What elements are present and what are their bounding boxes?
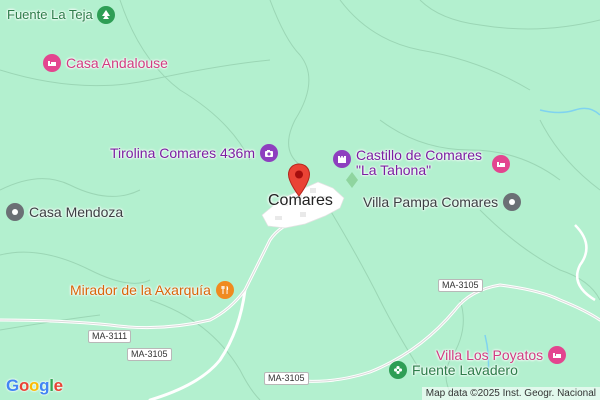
poi-casa-mendoza[interactable]: Casa Mendoza — [6, 203, 123, 221]
map-canvas[interactable]: Fuente La Teja Casa Andalouse Tirolina C… — [0, 0, 600, 400]
bed-icon — [43, 54, 61, 72]
poi-castillo[interactable]: Castillo de Comares "La Tahona" — [333, 148, 491, 178]
logo-letter: g — [39, 376, 50, 395]
place-icon — [503, 193, 522, 211]
camera-icon — [259, 144, 278, 162]
logo-letter: o — [29, 376, 40, 395]
logo-letter: G — [6, 376, 19, 395]
logo-letter: o — [18, 376, 30, 395]
poi-castillo-hotel[interactable] — [492, 155, 510, 173]
bed-icon — [492, 155, 510, 173]
castle-icon — [333, 150, 351, 168]
poi-label: Tirolina Comares 436m — [110, 145, 255, 161]
tree-icon — [96, 6, 115, 24]
poi-label: Villa Pampa Comares — [363, 194, 499, 210]
poi-label: Casa Andalouse — [66, 55, 168, 71]
poi-tirolina[interactable]: Tirolina Comares 436m — [110, 144, 278, 162]
poi-fuente-lavadero[interactable]: Fuente Lavadero — [389, 361, 518, 379]
poi-casa-andalouse[interactable]: Casa Andalouse — [43, 54, 168, 72]
poi-label: Mirador de la Axarquía — [70, 282, 211, 298]
google-logo[interactable]: Google — [6, 376, 63, 396]
road-label-ma-3111: MA-3111 — [88, 330, 132, 343]
road-label-ma-3105: MA-3105 — [127, 348, 172, 361]
poi-label: Casa Mendoza — [29, 204, 124, 220]
restaurant-icon — [215, 281, 234, 299]
flower-icon — [389, 361, 407, 379]
bed-icon — [548, 346, 567, 364]
place-icon — [6, 203, 24, 221]
road-label-ma-3105: MA-3105 — [264, 372, 309, 385]
poi-label: Fuente Lavadero — [412, 362, 518, 378]
map-attribution[interactable]: Map data ©2025 Inst. Geogr. Nacional — [421, 387, 600, 400]
road-label-ma-3105: MA-3105 — [438, 279, 483, 292]
poi-label: Castillo de Comares "La Tahona" — [356, 147, 483, 178]
poi-fuente-la-teja[interactable]: Fuente La Teja — [7, 6, 115, 24]
poi-label: Fuente La Teja — [7, 7, 93, 22]
logo-letter: e — [53, 376, 63, 395]
poi-villa-pampa[interactable]: Villa Pampa Comares — [363, 193, 522, 211]
location-pin-icon[interactable] — [287, 163, 311, 202]
poi-mirador[interactable]: Mirador de la Axarquía — [70, 281, 234, 299]
